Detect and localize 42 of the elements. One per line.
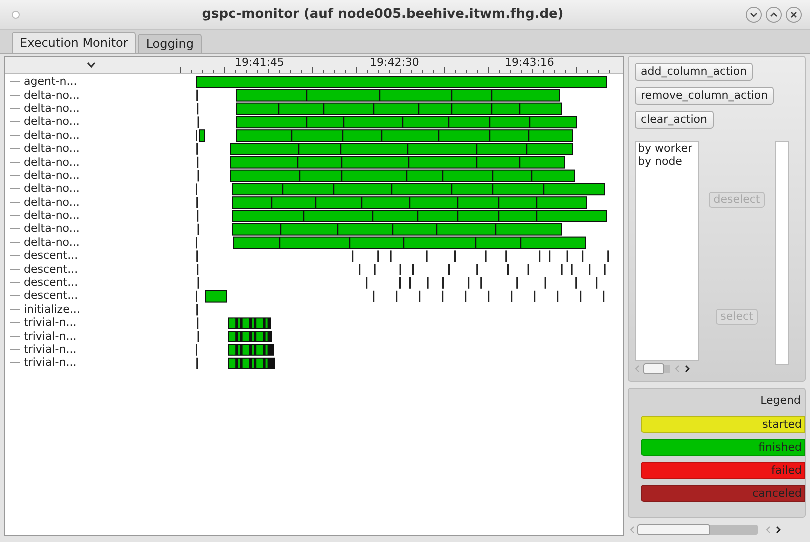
action-button[interactable]: remove_column_action [635, 87, 774, 105]
time-label: 19:43:16 [505, 57, 554, 69]
tree-item[interactable]: descent... [24, 289, 78, 302]
tab[interactable]: Execution Monitor [12, 32, 136, 53]
tree-item[interactable]: delta-no... [24, 236, 80, 249]
action-button[interactable]: clear_action [635, 111, 714, 129]
legend-item: canceled [641, 484, 805, 502]
tree-item[interactable]: initialize... [24, 302, 80, 316]
tab[interactable]: Logging [138, 34, 202, 53]
tree-item[interactable]: delta-no... [24, 88, 80, 102]
list-item[interactable]: by node [638, 155, 696, 168]
tree-item[interactable]: descent... [24, 262, 78, 276]
legend-item: started [641, 416, 805, 432]
legend-title: Legend [760, 393, 802, 409]
tree-item[interactable]: delta-no... [24, 168, 80, 182]
time-label: 19:41:45 [235, 57, 284, 69]
window-title: gspc-monitor (auf node005.beehive.itwm.fhg.de) [201, 6, 565, 24]
tree-item[interactable]: agent-n... [24, 75, 78, 88]
close-icon[interactable] [786, 6, 802, 22]
caret-icon[interactable] [86, 62, 96, 68]
list-item[interactable]: by worker [638, 142, 696, 155]
tree-item[interactable]: delta-no... [24, 156, 80, 169]
minimize-icon[interactable] [746, 6, 762, 22]
tree-item[interactable]: delta-no... [24, 128, 80, 142]
action-button[interactable]: add_column_action [635, 63, 754, 81]
time-label: 19:42:30 [370, 57, 420, 69]
tree-item[interactable]: delta-no... [24, 182, 80, 196]
tree-item[interactable]: delta-no... [24, 102, 80, 115]
legend-item: finished [641, 438, 805, 456]
tree-item[interactable]: delta-no... [24, 115, 80, 128]
tree-item[interactable]: trivial-n... [24, 356, 77, 370]
tree-item[interactable]: trivial-n... [24, 316, 77, 330]
tree-item[interactable]: delta-no... [24, 142, 80, 156]
tree-item[interactable]: descent... [24, 249, 78, 262]
tree-item[interactable]: delta-no... [24, 222, 80, 236]
tree-item[interactable]: descent... [24, 276, 78, 290]
tree-item[interactable]: delta-no... [24, 209, 80, 222]
tree-item[interactable]: trivial-n... [24, 330, 77, 343]
maximize-icon[interactable] [766, 6, 782, 22]
tree-item[interactable]: trivial-n... [24, 343, 77, 356]
legend-item: failed [641, 462, 805, 478]
tree-item[interactable]: delta-no... [24, 196, 80, 209]
